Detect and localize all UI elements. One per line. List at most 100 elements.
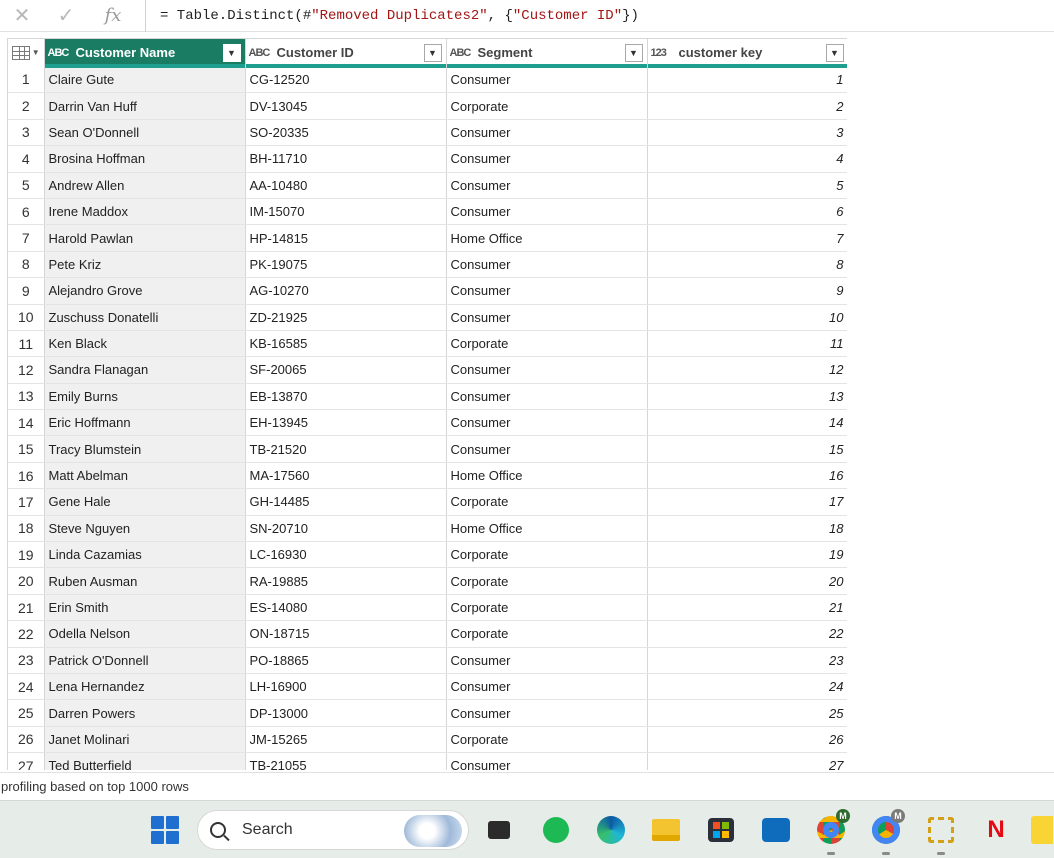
text-type-icon[interactable]: ABC bbox=[48, 47, 72, 59]
cell-customer-id[interactable]: AA-10480 bbox=[245, 172, 447, 199]
cell-customer-key[interactable]: 11 bbox=[647, 330, 847, 358]
store-icon[interactable] bbox=[704, 813, 738, 847]
cell-customer-id[interactable]: PO-18865 bbox=[245, 647, 447, 674]
cell-customer-key[interactable]: 4 bbox=[647, 145, 847, 173]
cell-segment[interactable]: Corporate bbox=[446, 726, 648, 754]
filter-dropdown-icon[interactable]: ▼ bbox=[222, 43, 241, 62]
cell-segment[interactable]: Home Office bbox=[446, 515, 648, 543]
table-row[interactable]: 3 Sean O'Donnell SO-20335 Consumer 3 bbox=[8, 119, 847, 147]
table-row[interactable]: 15 Tracy Blumstein TB-21520 Consumer 15 bbox=[8, 435, 847, 463]
outlook-icon[interactable] bbox=[759, 813, 793, 847]
cell-segment[interactable]: Consumer bbox=[446, 251, 648, 279]
cell-segment[interactable]: Corporate bbox=[446, 567, 648, 595]
cell-customer-name[interactable]: Zuschuss Donatelli bbox=[44, 304, 246, 331]
close-icon[interactable]: ✕ bbox=[0, 0, 44, 32]
cell-customer-id[interactable]: AG-10270 bbox=[245, 277, 447, 305]
cell-segment[interactable]: Corporate bbox=[446, 541, 648, 569]
cell-customer-id[interactable]: ES-14080 bbox=[245, 594, 447, 622]
row-number[interactable]: 6 bbox=[8, 198, 45, 226]
cell-customer-key[interactable]: 16 bbox=[647, 462, 847, 490]
cell-customer-key[interactable]: 22 bbox=[647, 620, 847, 648]
cell-segment[interactable]: Consumer bbox=[446, 673, 648, 701]
row-number[interactable]: 10 bbox=[8, 304, 45, 331]
table-row[interactable]: 8 Pete Kriz PK-19075 Consumer 8 bbox=[8, 251, 847, 279]
cell-customer-name[interactable]: Lena Hernandez bbox=[44, 673, 246, 701]
cell-segment[interactable]: Home Office bbox=[446, 224, 648, 252]
cell-customer-name[interactable]: Brosina Hoffman bbox=[44, 145, 246, 173]
filter-dropdown-icon[interactable]: ▼ bbox=[423, 43, 442, 62]
sticky-notes-icon[interactable] bbox=[1030, 813, 1054, 847]
row-number[interactable]: 1 bbox=[8, 66, 45, 94]
cell-customer-key[interactable]: 25 bbox=[647, 699, 847, 727]
table-row[interactable]: 18 Steve Nguyen SN-20710 Home Office 18 bbox=[8, 515, 847, 543]
cell-customer-id[interactable]: IM-15070 bbox=[245, 198, 447, 226]
cell-customer-name[interactable]: Claire Gute bbox=[44, 66, 246, 94]
cell-customer-id[interactable]: ZD-21925 bbox=[245, 304, 447, 331]
cell-customer-id[interactable]: RA-19885 bbox=[245, 567, 447, 595]
row-number[interactable]: 8 bbox=[8, 251, 45, 279]
cell-segment[interactable]: Consumer bbox=[446, 356, 648, 384]
cell-customer-key[interactable]: 5 bbox=[647, 172, 847, 199]
table-row[interactable]: 17 Gene Hale GH-14485 Corporate 17 bbox=[8, 488, 847, 516]
row-number[interactable]: 2 bbox=[8, 92, 45, 120]
cell-customer-name[interactable]: Steve Nguyen bbox=[44, 515, 246, 543]
row-number[interactable]: 26 bbox=[8, 726, 45, 754]
row-number[interactable]: 22 bbox=[8, 620, 45, 648]
cell-customer-name[interactable]: Matt Abelman bbox=[44, 462, 246, 490]
cell-customer-id[interactable]: LH-16900 bbox=[245, 673, 447, 701]
table-row[interactable]: 9 Alejandro Grove AG-10270 Consumer 9 bbox=[8, 277, 847, 305]
table-row[interactable]: 6 Irene Maddox IM-15070 Consumer 6 bbox=[8, 198, 847, 226]
cell-customer-id[interactable]: SN-20710 bbox=[245, 515, 447, 543]
cell-customer-id[interactable]: EH-13945 bbox=[245, 409, 447, 437]
cell-customer-id[interactable]: TB-21055 bbox=[245, 752, 447, 770]
table-row[interactable]: 25 Darren Powers DP-13000 Consumer 25 bbox=[8, 699, 847, 727]
row-number[interactable]: 23 bbox=[8, 647, 45, 674]
cell-customer-key[interactable]: 24 bbox=[647, 673, 847, 701]
cell-segment[interactable]: Consumer bbox=[446, 277, 648, 305]
table-row[interactable]: 19 Linda Cazamias LC-16930 Corporate 19 bbox=[8, 541, 847, 569]
cell-customer-name[interactable]: Pete Kriz bbox=[44, 251, 246, 279]
cell-segment[interactable]: Consumer bbox=[446, 409, 648, 437]
table-row[interactable]: 21 Erin Smith ES-14080 Corporate 21 bbox=[8, 594, 847, 622]
cell-customer-name[interactable]: Sandra Flanagan bbox=[44, 356, 246, 384]
cell-segment[interactable]: Consumer bbox=[446, 383, 648, 411]
netflix-icon[interactable]: N bbox=[979, 813, 1013, 847]
row-number[interactable]: 20 bbox=[8, 567, 45, 595]
cell-customer-key[interactable]: 23 bbox=[647, 647, 847, 674]
cell-segment[interactable]: Consumer bbox=[446, 198, 648, 226]
column-header-customer-name[interactable]: ABC Customer Name ▼ bbox=[44, 38, 246, 68]
terminal-icon[interactable] bbox=[482, 813, 516, 847]
cell-customer-key[interactable]: 2 bbox=[647, 92, 847, 120]
cell-customer-key[interactable]: 7 bbox=[647, 224, 847, 252]
cell-customer-name[interactable]: Erin Smith bbox=[44, 594, 246, 622]
cell-customer-key[interactable]: 9 bbox=[647, 277, 847, 305]
cell-customer-name[interactable]: Ken Black bbox=[44, 330, 246, 358]
cell-segment[interactable]: Corporate bbox=[446, 620, 648, 648]
cell-segment[interactable]: Corporate bbox=[446, 92, 648, 120]
cell-customer-key[interactable]: 8 bbox=[647, 251, 847, 279]
spotify-icon[interactable] bbox=[539, 813, 573, 847]
cell-customer-id[interactable]: JM-15265 bbox=[245, 726, 447, 754]
row-number[interactable]: 16 bbox=[8, 462, 45, 490]
edge-icon[interactable] bbox=[594, 813, 628, 847]
cell-customer-name[interactable]: Eric Hoffmann bbox=[44, 409, 246, 437]
row-number[interactable]: 9 bbox=[8, 277, 45, 305]
cell-customer-name[interactable]: Harold Pawlan bbox=[44, 224, 246, 252]
cell-customer-key[interactable]: 6 bbox=[647, 198, 847, 226]
formula-input[interactable]: = Table.Distinct(#"Removed Duplicates2",… bbox=[146, 8, 639, 24]
cell-segment[interactable]: Home Office bbox=[446, 462, 648, 490]
cell-customer-key[interactable]: 27 bbox=[647, 752, 847, 770]
cell-customer-name[interactable]: Sean O'Donnell bbox=[44, 119, 246, 147]
row-number[interactable]: 3 bbox=[8, 119, 45, 147]
fx-icon[interactable]: fx bbox=[88, 0, 138, 32]
cell-customer-key[interactable]: 20 bbox=[647, 567, 847, 595]
cell-customer-id[interactable]: HP-14815 bbox=[245, 224, 447, 252]
cell-customer-id[interactable]: CG-12520 bbox=[245, 66, 447, 94]
table-row[interactable]: 7 Harold Pawlan HP-14815 Home Office 7 bbox=[8, 224, 847, 252]
text-type-icon[interactable]: ABC bbox=[450, 47, 474, 59]
filter-dropdown-icon[interactable]: ▼ bbox=[624, 43, 643, 62]
cell-segment[interactable]: Consumer bbox=[446, 435, 648, 463]
table-row[interactable]: 12 Sandra Flanagan SF-20065 Consumer 12 bbox=[8, 356, 847, 384]
column-header-customer-key[interactable]: 123 customer key ▼ bbox=[647, 38, 847, 68]
file-explorer-icon[interactable] bbox=[649, 813, 683, 847]
